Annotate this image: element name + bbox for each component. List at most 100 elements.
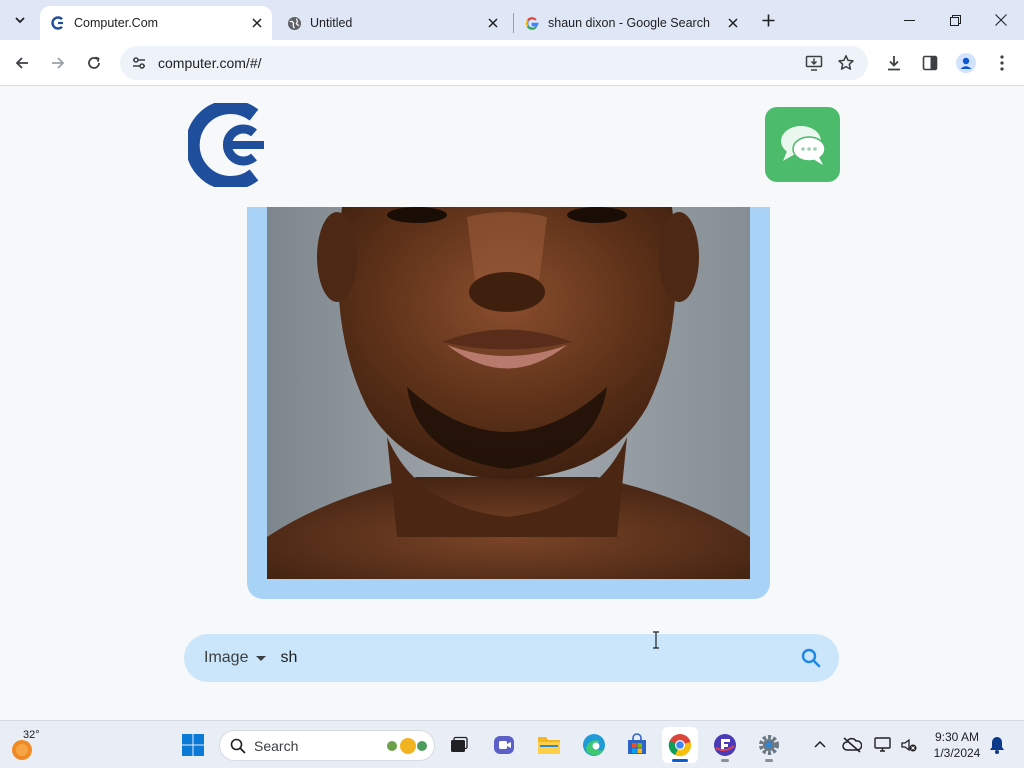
- search-highlight-icon: [387, 737, 427, 754]
- start-button[interactable]: [175, 727, 211, 763]
- restore-button[interactable]: [932, 0, 978, 40]
- cloud-offline-icon: [842, 737, 862, 753]
- show-hidden-icons-button[interactable]: [807, 731, 833, 759]
- edge-browser-button[interactable]: [576, 727, 612, 763]
- search-submit-button[interactable]: [791, 638, 831, 678]
- weather-widget[interactable]: 32°: [8, 727, 48, 763]
- minimize-icon: [903, 19, 915, 21]
- taskbar-search-box[interactable]: Search: [219, 730, 435, 761]
- meet-app-button[interactable]: [486, 727, 522, 763]
- bookmark-star-button[interactable]: [830, 47, 862, 79]
- arrow-right-icon: [52, 57, 65, 69]
- folder-icon: [538, 737, 560, 754]
- settings-button[interactable]: [751, 727, 787, 763]
- microsoft-store-button[interactable]: [619, 727, 655, 763]
- star-icon: [838, 55, 854, 70]
- close-icon[interactable]: [248, 14, 266, 32]
- chat-bubble-icon: [780, 125, 826, 165]
- edge-icon: [583, 734, 605, 756]
- windows-logo-icon: [182, 734, 204, 756]
- chrome-button[interactable]: [662, 727, 698, 763]
- search-input[interactable]: [280, 643, 791, 673]
- store-icon: [628, 733, 646, 754]
- windows-taskbar: 32° Search 9:30 AM 1/3/2024: [0, 720, 1024, 768]
- volume-tray-button[interactable]: [896, 731, 922, 759]
- chrome-icon: [668, 734, 691, 757]
- back-button[interactable]: [7, 48, 37, 78]
- install-app-icon: [805, 55, 823, 71]
- gear-icon: [759, 735, 779, 755]
- plus-icon: [762, 14, 774, 26]
- close-icon[interactable]: [724, 14, 742, 32]
- clock-date: 1/3/2024: [933, 746, 981, 760]
- tab-title: Untitled: [310, 16, 353, 30]
- close-icon[interactable]: [484, 14, 502, 32]
- network-tray-button[interactable]: [870, 731, 896, 759]
- messages-button[interactable]: [765, 107, 840, 182]
- more-vertical-icon: [1000, 55, 1004, 71]
- browser-toolbar: computer.com/#/: [0, 40, 1024, 86]
- tab-strip: Computer.Com Untitled shaun dixon - Goog…: [0, 0, 1024, 40]
- computer-com-favicon-icon: [50, 15, 66, 31]
- weather-temperature: 32°: [23, 729, 40, 741]
- running-indicator: [721, 759, 729, 762]
- forward-button[interactable]: [43, 48, 73, 78]
- i-beam-cursor-icon: [652, 631, 660, 649]
- profile-avatar-icon: [956, 53, 976, 73]
- minimize-button[interactable]: [886, 0, 932, 40]
- page-content: Image: [0, 87, 1024, 720]
- search-icon: [801, 648, 821, 668]
- video-call-icon: [494, 736, 514, 754]
- network-icon: [874, 737, 891, 752]
- photo-frame: [247, 207, 770, 599]
- computer-com-logo[interactable]: [185, 100, 266, 190]
- reload-icon: [88, 56, 100, 69]
- search-icon: [230, 738, 246, 754]
- search-type-label: Image: [204, 649, 249, 666]
- tab-google-search[interactable]: shaun dixon - Google Search: [514, 6, 748, 40]
- downloads-button[interactable]: [879, 48, 909, 78]
- arrow-left-icon: [15, 57, 28, 69]
- active-indicator: [672, 759, 688, 762]
- caret-down-icon: [256, 655, 267, 661]
- onedrive-tray-button[interactable]: [839, 731, 865, 759]
- browser-menu-button[interactable]: [987, 48, 1017, 78]
- close-icon: [995, 14, 1007, 26]
- notifications-button[interactable]: [984, 731, 1010, 759]
- app-f-icon: [714, 734, 736, 756]
- tab-untitled[interactable]: Untitled: [276, 6, 508, 40]
- chevron-up-icon: [814, 740, 826, 748]
- app-f-button[interactable]: [707, 727, 743, 763]
- tune-icon: [133, 57, 145, 69]
- tab-search-button[interactable]: [6, 6, 34, 34]
- taskbar-clock[interactable]: 9:30 AM 1/3/2024: [924, 729, 990, 761]
- search-type-dropdown[interactable]: Image: [204, 649, 267, 667]
- taskbar-search-label: Search: [254, 737, 299, 754]
- google-g-icon: [524, 15, 540, 31]
- tab-title: shaun dixon - Google Search: [548, 16, 710, 30]
- running-indicator: [765, 759, 773, 762]
- portrait-image: [267, 207, 750, 579]
- address-bar[interactable]: computer.com/#/: [120, 46, 868, 80]
- task-view-icon: [451, 736, 468, 752]
- clock-time: 9:30 AM: [934, 730, 980, 744]
- reload-button[interactable]: [79, 48, 109, 78]
- close-window-button[interactable]: [978, 0, 1024, 40]
- profile-button[interactable]: [951, 48, 981, 78]
- download-icon: [888, 56, 900, 71]
- file-explorer-button[interactable]: [531, 727, 567, 763]
- search-bar: Image: [184, 634, 839, 682]
- bell-icon: [990, 737, 1004, 754]
- tab-computer-com[interactable]: Computer.Com: [40, 6, 272, 40]
- chevron-down-icon: [15, 17, 25, 24]
- restore-icon: [949, 14, 961, 26]
- install-app-button[interactable]: [798, 47, 830, 79]
- volume-muted-icon: [901, 738, 917, 752]
- tab-title: Computer.Com: [74, 16, 159, 30]
- side-panel-icon: [922, 55, 938, 71]
- task-view-button[interactable]: [441, 727, 477, 763]
- url-text[interactable]: computer.com/#/: [158, 55, 798, 71]
- site-info-button[interactable]: [122, 46, 156, 80]
- new-tab-button[interactable]: [757, 9, 779, 31]
- side-panel-button[interactable]: [915, 48, 945, 78]
